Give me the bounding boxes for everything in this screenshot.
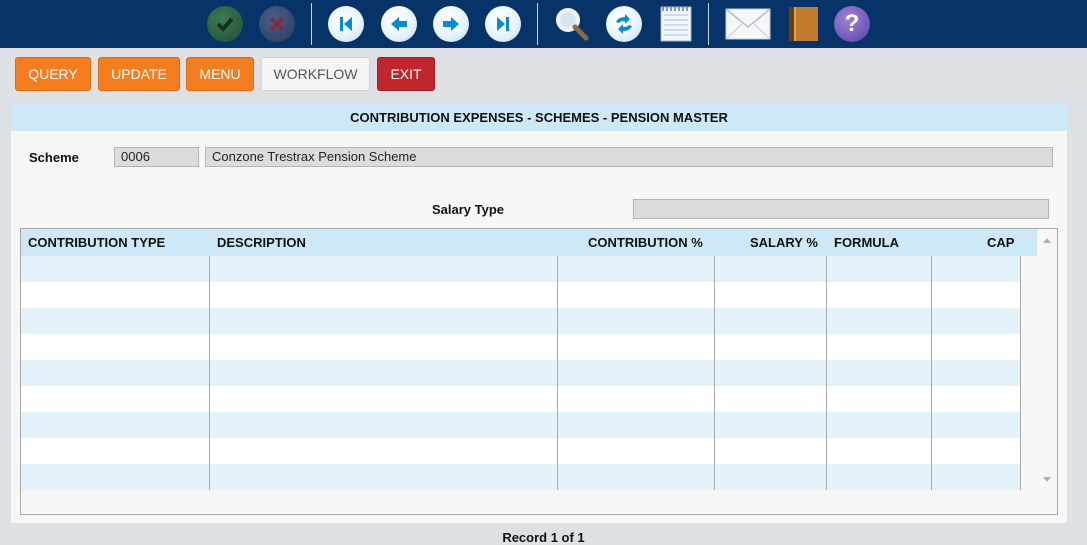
column-divider bbox=[931, 256, 932, 490]
salary-type-label: Salary Type bbox=[432, 202, 505, 217]
refresh-icon[interactable] bbox=[605, 5, 643, 43]
search-icon[interactable] bbox=[553, 5, 591, 43]
table-row[interactable] bbox=[21, 412, 1021, 438]
col-contribution-type[interactable]: CONTRIBUTION TYPE bbox=[28, 229, 165, 256]
menu-button[interactable]: MENU bbox=[186, 57, 254, 91]
column-divider bbox=[826, 256, 827, 490]
scheme-label: Scheme bbox=[29, 150, 79, 165]
top-toolbar: ? bbox=[0, 0, 1087, 48]
col-contribution-pct[interactable]: CONTRIBUTION % bbox=[588, 229, 703, 256]
column-divider bbox=[1020, 256, 1021, 490]
scheme-name-field[interactable]: Conzone Trestrax Pension Scheme bbox=[205, 147, 1053, 167]
grid-rows bbox=[21, 256, 1021, 490]
scheme-code-field[interactable]: 0006 bbox=[114, 147, 199, 167]
table-row[interactable] bbox=[21, 360, 1021, 386]
cancel-icon[interactable] bbox=[258, 5, 296, 43]
grid-header: CONTRIBUTION TYPE DESCRIPTION CONTRIBUTI… bbox=[21, 229, 1037, 256]
help-icon[interactable]: ? bbox=[833, 5, 871, 43]
table-row[interactable] bbox=[21, 438, 1021, 464]
next-record-icon[interactable] bbox=[432, 5, 470, 43]
pension-master-panel: CONTRIBUTION EXPENSES - SCHEMES - PENSIO… bbox=[11, 104, 1067, 523]
previous-record-icon[interactable] bbox=[380, 5, 418, 43]
col-description[interactable]: DESCRIPTION bbox=[217, 229, 306, 256]
check-icon[interactable] bbox=[206, 5, 244, 43]
scroll-down-icon[interactable] bbox=[1043, 477, 1051, 482]
panel-title: CONTRIBUTION EXPENSES - SCHEMES - PENSIO… bbox=[11, 104, 1067, 131]
col-formula[interactable]: FORMULA bbox=[834, 229, 899, 256]
column-divider bbox=[557, 256, 558, 490]
col-cap[interactable]: CAP bbox=[987, 229, 1014, 256]
first-record-icon[interactable] bbox=[327, 5, 365, 43]
vertical-scrollbar[interactable] bbox=[1037, 229, 1057, 514]
table-row[interactable] bbox=[21, 386, 1021, 412]
table-row[interactable] bbox=[21, 256, 1021, 282]
table-row[interactable] bbox=[21, 308, 1021, 334]
table-row[interactable] bbox=[21, 282, 1021, 308]
workflow-button[interactable]: WORKFLOW bbox=[261, 57, 370, 91]
query-button[interactable]: QUERY bbox=[15, 57, 91, 91]
last-record-icon[interactable] bbox=[484, 5, 522, 43]
book-icon[interactable] bbox=[784, 5, 822, 43]
contribution-grid: CONTRIBUTION TYPE DESCRIPTION CONTRIBUTI… bbox=[20, 228, 1058, 515]
salary-type-field[interactable] bbox=[633, 199, 1049, 219]
update-button[interactable]: UPDATE bbox=[98, 57, 180, 91]
col-salary-pct[interactable]: SALARY % bbox=[750, 229, 818, 256]
record-counter: Record 1 of 1 bbox=[502, 530, 585, 545]
table-row[interactable] bbox=[21, 334, 1021, 360]
column-divider bbox=[714, 256, 715, 490]
table-row[interactable] bbox=[21, 464, 1021, 490]
exit-button[interactable]: EXIT bbox=[377, 57, 435, 91]
notepad-icon[interactable] bbox=[657, 5, 695, 43]
scroll-up-icon[interactable] bbox=[1043, 238, 1051, 243]
column-divider bbox=[209, 256, 210, 490]
mail-icon[interactable] bbox=[725, 5, 771, 43]
